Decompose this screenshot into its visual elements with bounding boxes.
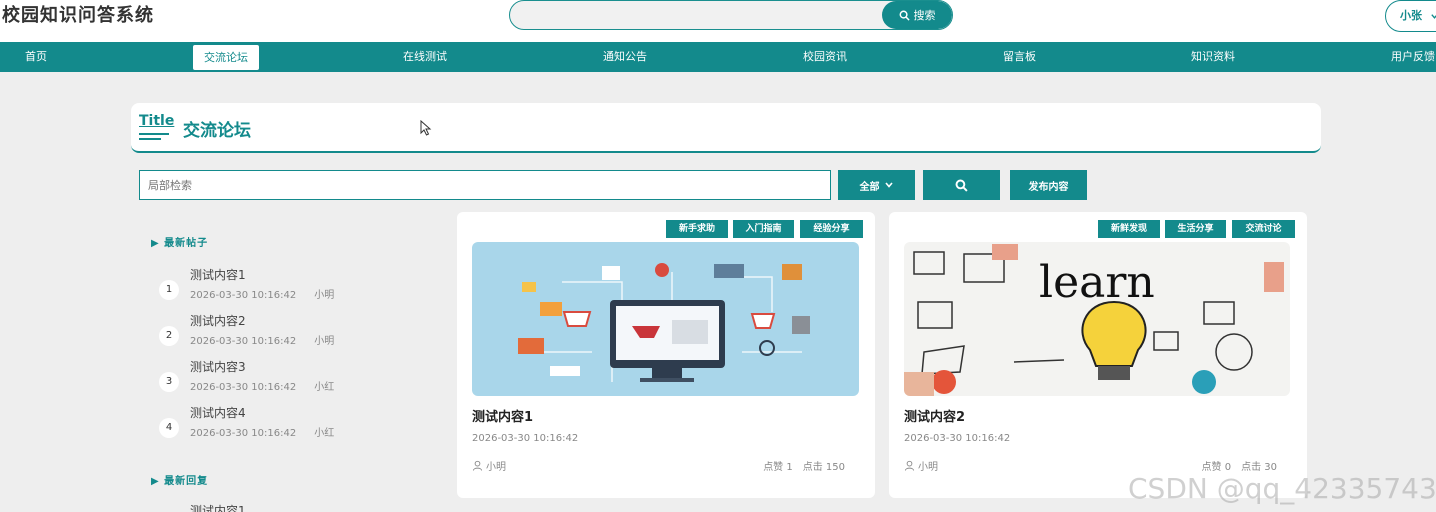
- post-author: 小明: [314, 290, 335, 301]
- post-author: 小明: [904, 458, 938, 473]
- post-meta: 2026-03-30 10:16:42 小明: [190, 332, 334, 347]
- post-time: 2026-03-30 10:16:42: [904, 433, 1011, 444]
- post-author: 小明: [314, 336, 335, 347]
- global-search: 搜索: [509, 0, 953, 30]
- tag-button[interactable]: 新手求助: [666, 220, 728, 238]
- list-item[interactable]: 3 测试内容3 2026-03-30 10:16:42 小红: [159, 354, 439, 398]
- post-title: 测试内容3: [190, 360, 246, 374]
- post-card[interactable]: 新手求助 入门指南 经验分享 测试内容1 2026-03-30 10:16:42…: [457, 212, 875, 498]
- title-icon: Title: [139, 113, 175, 147]
- post-meta: 2026-03-30 10:16:42 小明: [190, 286, 334, 301]
- list-item[interactable]: 2 测试内容2 2026-03-30 10:16:42 小明: [159, 308, 439, 352]
- post-stats: 点赞 0 点击 30: [1202, 458, 1277, 473]
- global-search-label: 搜索: [913, 9, 936, 22]
- latest-posts-heading: ▶ 最新帖子: [151, 238, 209, 249]
- click-count: 点击 150: [802, 462, 845, 473]
- post-title: 测试内容2: [190, 314, 246, 328]
- post-rank: 3: [159, 372, 179, 392]
- user-icon: [904, 460, 915, 471]
- mouse-cursor-icon: [420, 120, 432, 136]
- post-meta: 2026-03-30 10:16:42 小红: [190, 378, 334, 393]
- page-title-card: Title 交流论坛: [131, 103, 1321, 153]
- page-title: 交流论坛: [183, 121, 251, 141]
- nav-notices[interactable]: 通知公告: [603, 42, 647, 72]
- like-count: 点赞 1: [763, 462, 793, 473]
- nav-message-board[interactable]: 留言板: [1003, 42, 1036, 72]
- post-time: 2026-03-30 10:16:42: [190, 428, 297, 439]
- post-title: 测试内容4: [190, 406, 246, 420]
- post-time: 2026-03-30 10:16:42: [472, 433, 579, 444]
- nav-feedback[interactable]: 用户反馈: [1391, 42, 1435, 72]
- app-title: 校园知识问答系统: [2, 5, 154, 26]
- image-word: learn: [1039, 257, 1155, 308]
- chevron-down-icon: [1431, 13, 1436, 19]
- post-rank: 1: [159, 280, 179, 300]
- tag-button[interactable]: 生活分享: [1165, 220, 1226, 238]
- post-meta: 2026-03-30 10:16:42 小红: [190, 424, 334, 439]
- list-item[interactable]: 4 测试内容4 2026-03-30 10:16:42 小红: [159, 400, 439, 444]
- main-nav: 首页 交流论坛 在线测试 通知公告 校园资讯 留言板 知识资料 用户反馈: [0, 42, 1436, 72]
- post-rank: 4: [159, 418, 179, 438]
- chevron-down-icon: [884, 182, 893, 188]
- nav-knowledge[interactable]: 知识资料: [1191, 42, 1235, 72]
- post-time: 2026-03-30 10:16:42: [190, 382, 297, 393]
- local-search-button[interactable]: [923, 170, 1000, 200]
- search-icon: [899, 10, 910, 21]
- tag-button[interactable]: 新鲜发现: [1098, 220, 1160, 238]
- post-title[interactable]: 测试内容2: [904, 406, 965, 425]
- tag-button[interactable]: 入门指南: [733, 220, 794, 238]
- post-author: 小红: [314, 428, 335, 439]
- author-name: 小明: [486, 462, 506, 473]
- top-bar: 校园知识问答系统 搜索 小张: [0, 0, 1436, 42]
- post-author: 小红: [314, 382, 335, 393]
- user-name: 小张: [1400, 9, 1422, 22]
- latest-replies-heading: ▶ 最新回复: [151, 476, 209, 487]
- post-title: 测试内容1: [190, 268, 246, 282]
- tag-button[interactable]: 经验分享: [800, 220, 863, 238]
- watermark: CSDN @qq_42335743: [1128, 472, 1436, 505]
- nav-campus-news[interactable]: 校园资讯: [803, 42, 847, 72]
- global-search-input[interactable]: [510, 1, 880, 29]
- user-icon: [472, 460, 483, 471]
- search-icon: [955, 179, 968, 192]
- post-card[interactable]: 新鲜发现 生活分享 交流讨论 learn 测试内容2 2026-03-30 10…: [889, 212, 1307, 498]
- author-name: 小明: [918, 462, 938, 473]
- post-time: 2026-03-30 10:16:42: [190, 290, 297, 301]
- nav-forum[interactable]: 交流论坛: [193, 45, 259, 70]
- post-author: 小明: [472, 458, 506, 473]
- sidebar: ▶ 最新帖子 1 测试内容1 2026-03-30 10:16:42 小明 2 测…: [139, 212, 449, 512]
- global-search-button[interactable]: 搜索: [882, 1, 952, 29]
- local-search: [139, 170, 831, 200]
- post-rank: 2: [159, 326, 179, 346]
- list-item[interactable]: 1 测试内容1 2026-03-30 10:16:42 小明: [159, 262, 439, 306]
- post-cover-image: [472, 242, 859, 396]
- reply-title[interactable]: 测试内容1: [190, 502, 246, 512]
- post-cover-image: learn: [904, 242, 1290, 396]
- title-icon-word: Title: [139, 113, 175, 129]
- user-menu-button[interactable]: 小张: [1385, 0, 1436, 32]
- category-dropdown[interactable]: 全部: [838, 170, 915, 200]
- post-title[interactable]: 测试内容1: [472, 406, 533, 425]
- category-label: 全部: [859, 181, 880, 193]
- nav-online-test[interactable]: 在线测试: [403, 42, 447, 72]
- post-stats: 点赞 1 点击 150: [763, 458, 845, 473]
- publish-button[interactable]: 发布内容: [1010, 170, 1087, 200]
- tag-button[interactable]: 交流讨论: [1232, 220, 1295, 238]
- nav-home[interactable]: 首页: [25, 42, 47, 72]
- local-search-input[interactable]: [140, 171, 830, 199]
- post-time: 2026-03-30 10:16:42: [190, 336, 297, 347]
